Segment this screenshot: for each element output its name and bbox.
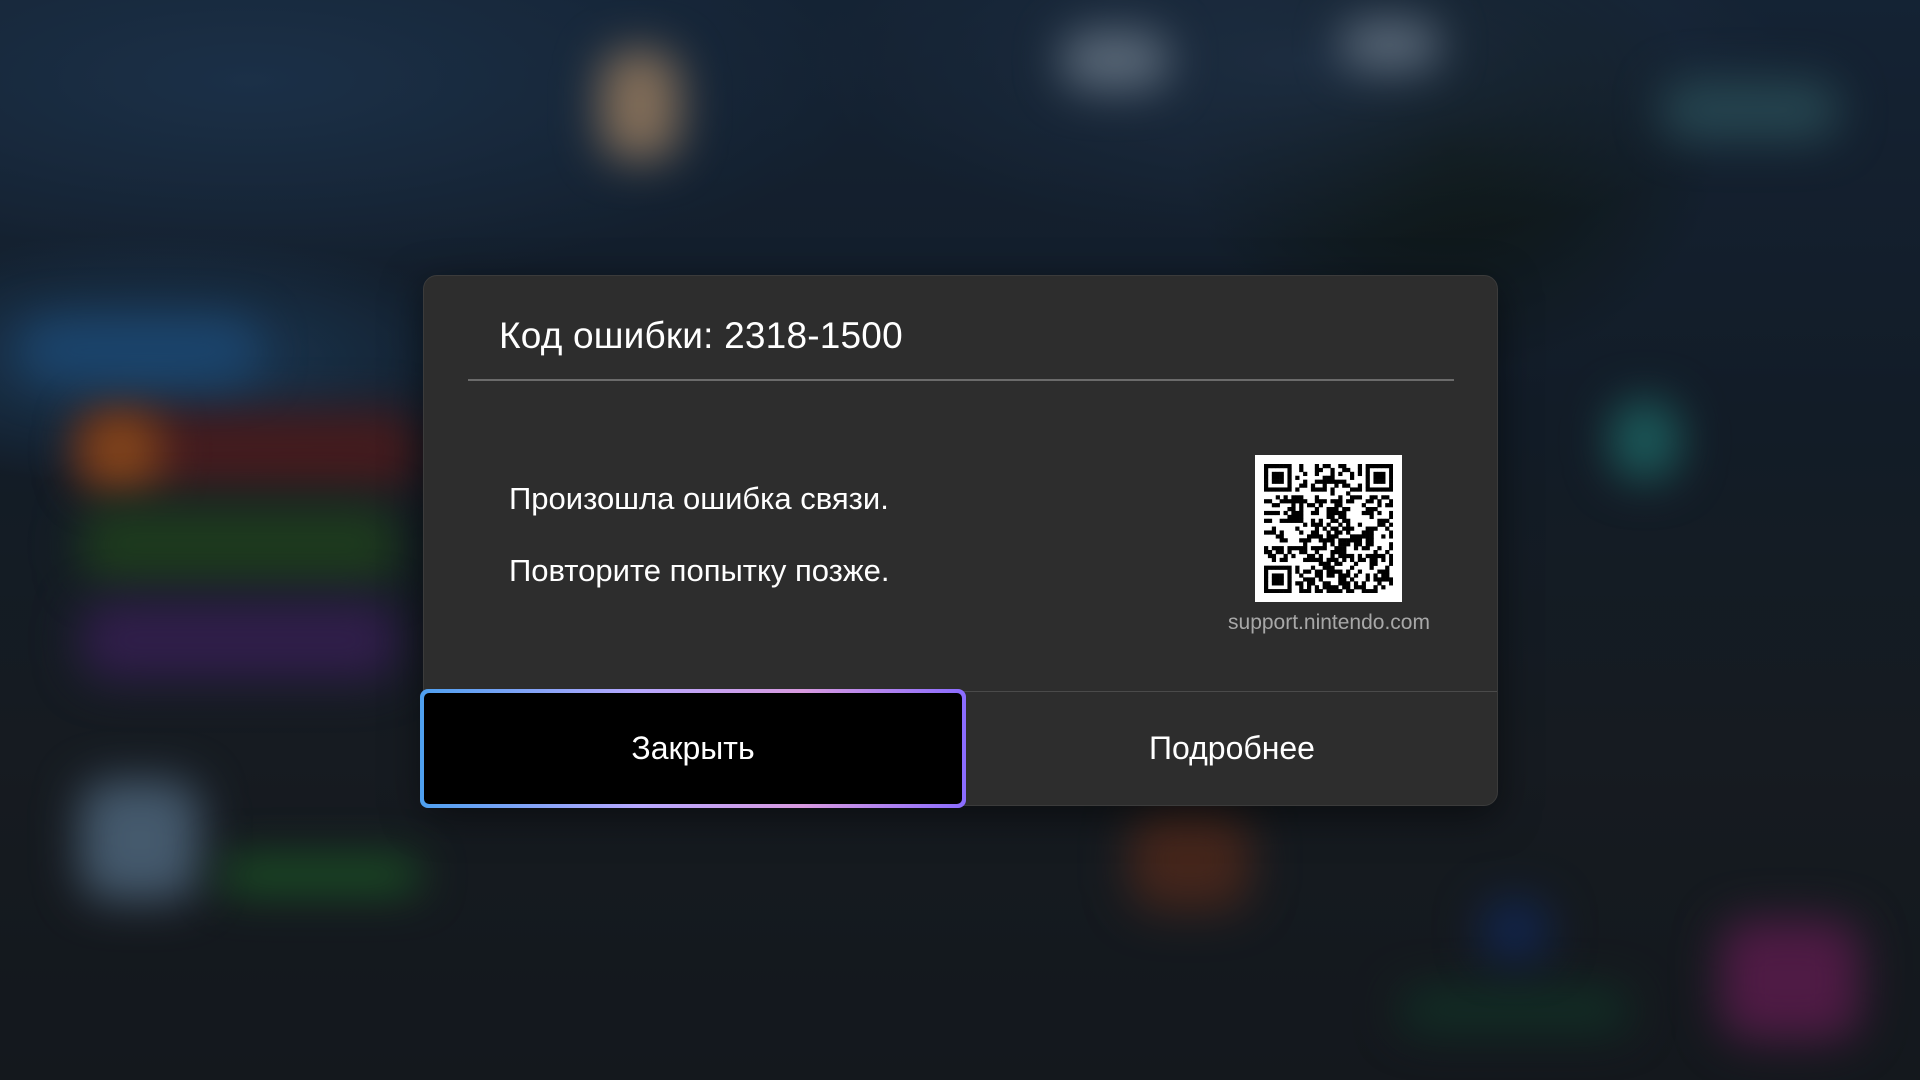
support-url-caption: support.nintendo.com xyxy=(1228,611,1430,634)
error-code-title: Код ошибки: 2318-1500 xyxy=(499,315,903,356)
close-button[interactable]: Закрыть xyxy=(420,689,966,808)
close-button-label: Закрыть xyxy=(424,693,962,804)
error-message-line1: Произошла ошибка связи. xyxy=(509,481,889,516)
qr-code-icon xyxy=(1255,455,1402,602)
more-details-button[interactable]: Подробнее xyxy=(967,693,1497,804)
title-divider xyxy=(468,379,1454,381)
error-message-line2: Повторите попытку позже. xyxy=(509,553,890,588)
error-dialog: Код ошибки: 2318-1500 Произошла ошибка с… xyxy=(420,275,1498,808)
